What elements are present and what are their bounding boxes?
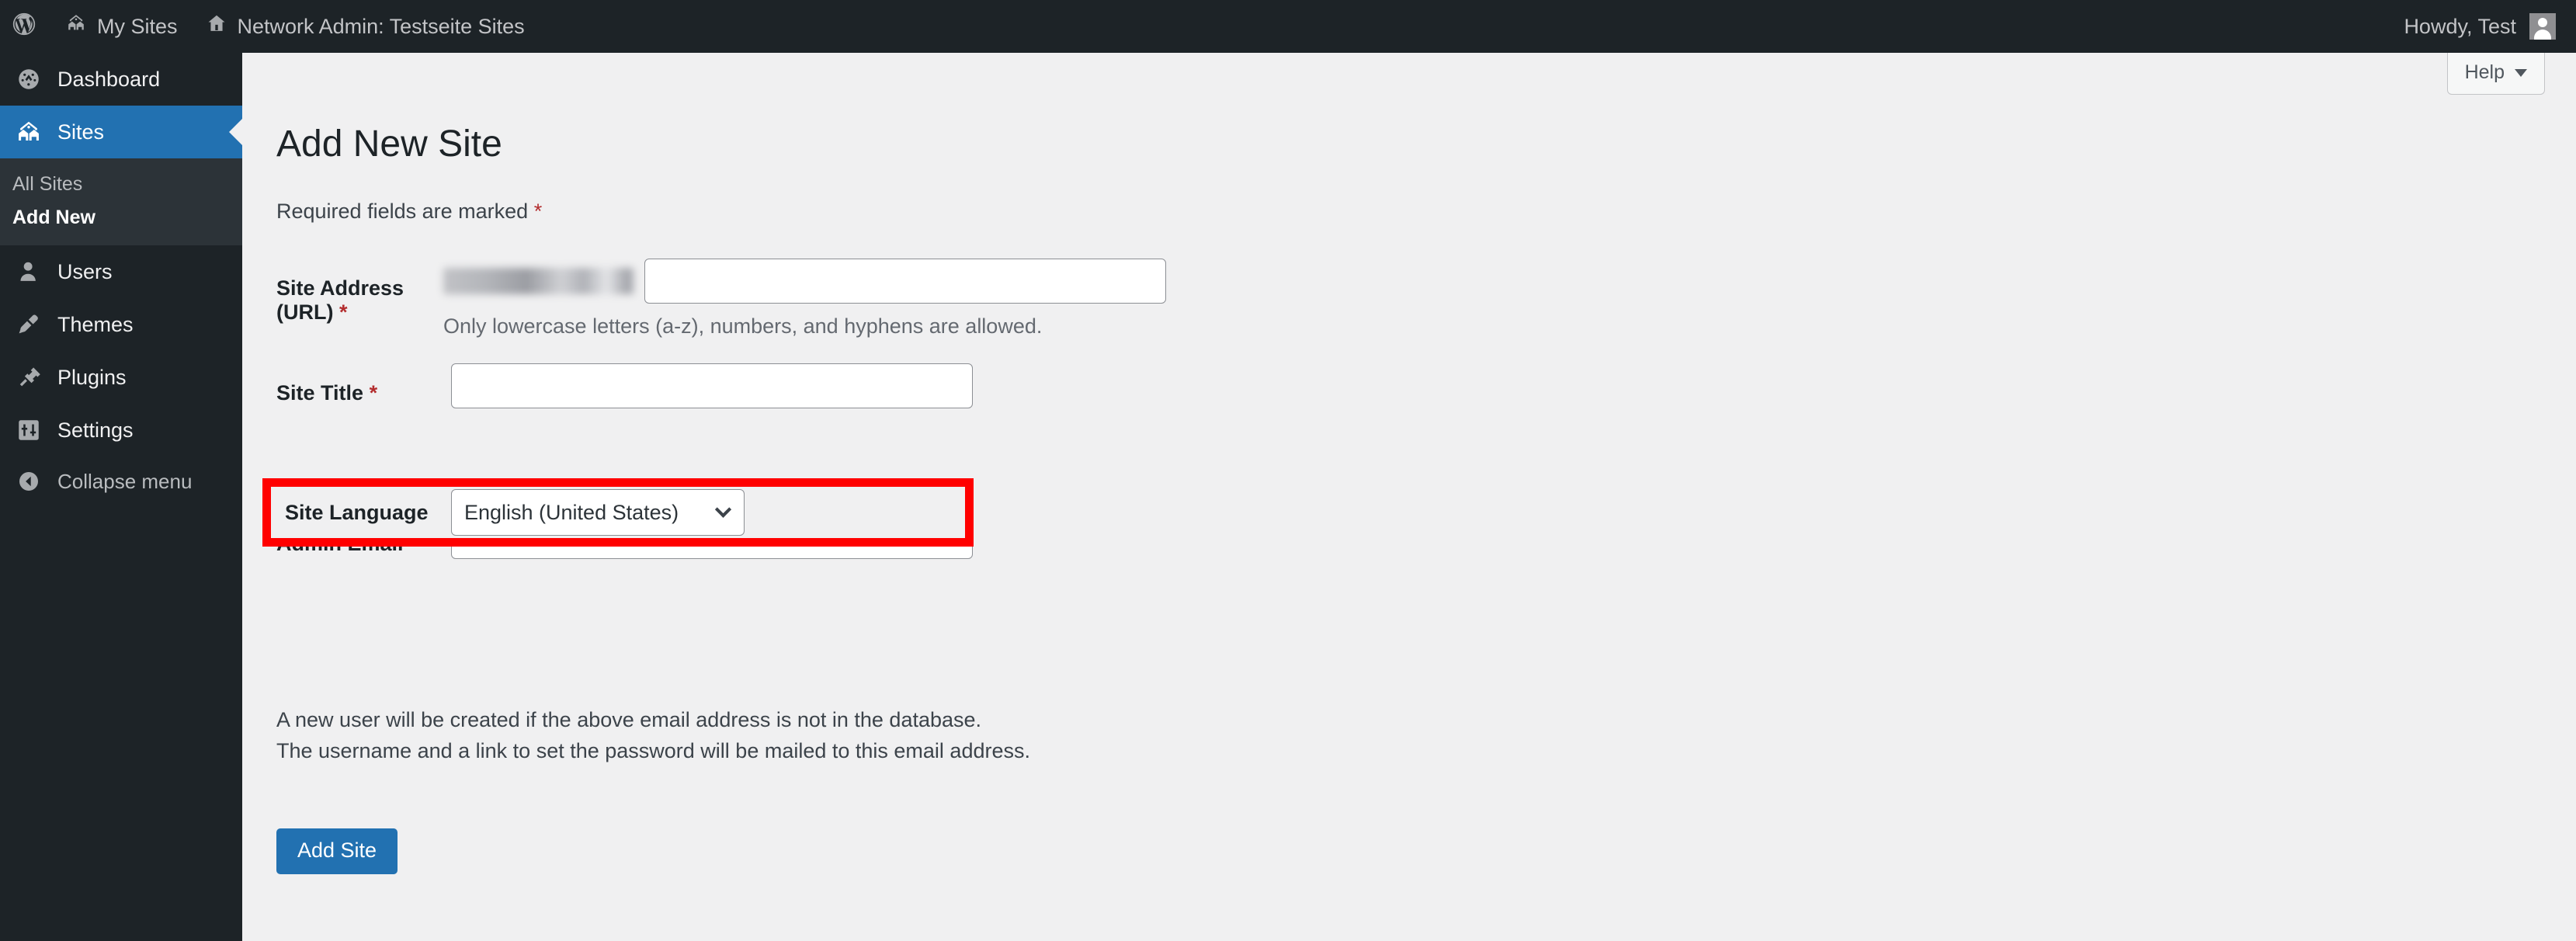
collapse-arrow-icon [12, 465, 45, 498]
new-user-note: A new user will be created if the above … [276, 705, 1030, 767]
form-row-site-address: Site Address (URL) * Only lowercase lett… [276, 259, 1984, 339]
howdy-label: Howdy, Test [2404, 14, 2516, 38]
admin-bar: My Sites Network Admin: Testseite Sites … [0, 0, 2576, 53]
site-address-label: Site Address (URL) * [276, 276, 404, 324]
sidebar-subitem-add-new[interactable]: Add New [0, 201, 242, 234]
help-button[interactable]: Help [2446, 53, 2545, 95]
home-icon [206, 13, 227, 40]
help-label: Help [2464, 61, 2505, 83]
my-sites-label: My Sites [97, 14, 178, 38]
dashboard-icon [12, 63, 45, 95]
note-line-1: A new user will be created if the above … [276, 708, 982, 731]
users-icon [12, 255, 45, 288]
my-sites-icon [65, 13, 87, 40]
sidebar-item-label: Users [57, 259, 113, 283]
network-admin-label: Network Admin: Testseite Sites [237, 14, 525, 38]
settings-icon [12, 414, 45, 446]
sites-icon [12, 116, 45, 148]
themes-icon [12, 308, 45, 341]
site-language-select-wrapper: English (United States) [451, 489, 745, 536]
wordpress-logo-icon [11, 11, 37, 43]
add-site-button[interactable]: Add Site [276, 828, 398, 874]
required-marker: * [533, 200, 543, 223]
required-marker: * [369, 381, 378, 405]
account-menu[interactable]: Howdy, Test [2390, 0, 2576, 53]
site-language-label: Site Language [285, 500, 429, 524]
site-address-input[interactable] [644, 259, 1166, 304]
collapse-menu-button[interactable]: Collapse menu [0, 457, 242, 506]
sites-submenu: All Sites Add New [0, 158, 242, 245]
sidebar-item-plugins[interactable]: Plugins [0, 351, 242, 404]
sidebar-subitem-all-sites[interactable]: All Sites [0, 168, 242, 201]
sidebar-item-label: Plugins [57, 365, 127, 389]
site-title-label: Site Title * [276, 381, 378, 405]
sidebar-item-themes[interactable]: Themes [0, 298, 242, 351]
sidebar-item-users[interactable]: Users [0, 245, 242, 298]
network-admin-menu[interactable]: Network Admin: Testseite Sites [192, 0, 539, 53]
sidebar-item-label: Themes [57, 312, 134, 336]
required-marker: * [339, 300, 348, 324]
wordpress-logo-menu[interactable] [0, 0, 51, 53]
my-sites-menu[interactable]: My Sites [51, 0, 192, 53]
site-address-url-prefix-redacted [443, 268, 634, 294]
sidebar-item-label: Settings [57, 418, 134, 442]
note-line-2: The username and a link to set the passw… [276, 738, 1030, 762]
avatar [2529, 13, 2556, 40]
form-row-site-title: Site Title * [276, 363, 1984, 424]
plugins-icon [12, 361, 45, 394]
form-row-site-language: Site Language English (United States) [271, 487, 965, 538]
sidebar-item-dashboard[interactable]: Dashboard [0, 53, 242, 106]
sidebar-item-sites[interactable]: Sites [0, 106, 242, 158]
main-content: Help Add New Site Required fields are ma… [242, 53, 2576, 941]
required-fields-note: Required fields are marked * [276, 200, 542, 224]
site-title-input[interactable] [451, 363, 973, 408]
sidebar-item-settings[interactable]: Settings [0, 404, 242, 457]
admin-sidebar: Dashboard Sites All Sites Add New Users [0, 53, 242, 941]
site-language-highlight-box: Site Language English (United States) [262, 478, 974, 547]
sidebar-item-label: Dashboard [57, 67, 161, 91]
site-language-select[interactable]: English (United States) [451, 489, 745, 536]
sidebar-item-label: Sites [57, 120, 105, 144]
chevron-down-icon [2515, 68, 2527, 77]
collapse-menu-label: Collapse menu [57, 469, 193, 493]
site-address-help-text: Only lowercase letters (a-z), numbers, a… [443, 314, 1043, 338]
page-title: Add New Site [276, 123, 502, 165]
required-note-text: Required fields are marked [276, 200, 529, 223]
